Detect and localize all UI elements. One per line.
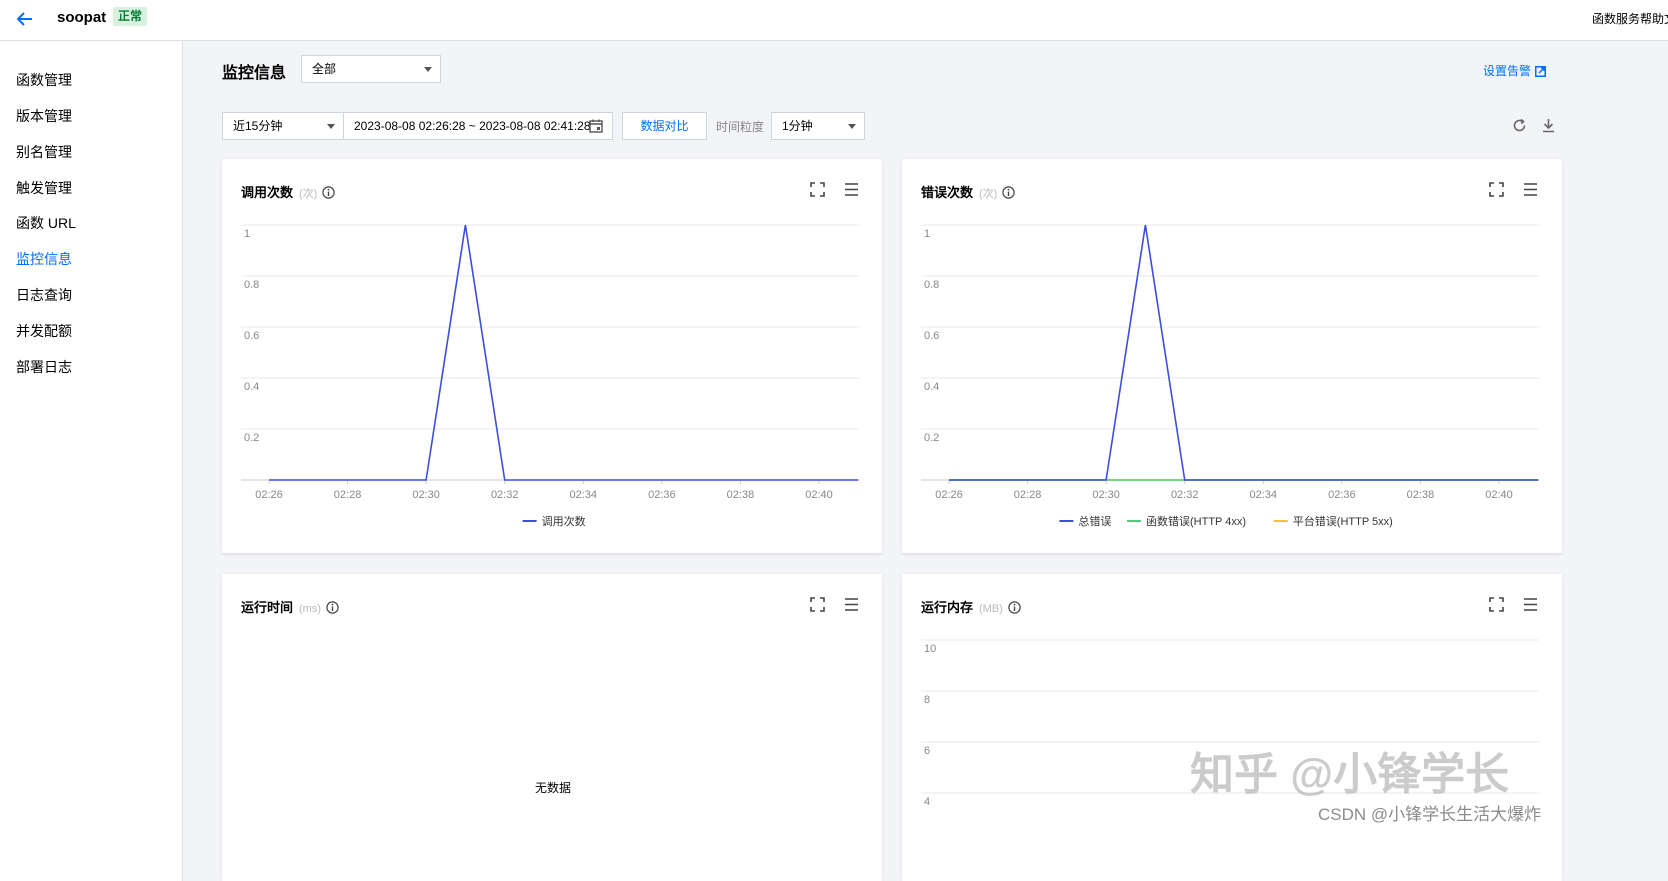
granularity-value: 1分钟 [782,119,813,133]
y-tick-label: 0.2 [244,432,259,444]
card-title-text: 运行时间 [241,600,294,615]
set-alarm-label: 设置告警 [1482,64,1531,78]
y-tick-label: 0.8 [924,279,939,291]
y-tick-label: 10 [924,643,936,655]
x-tick-label: 02:40 [1485,489,1513,501]
x-tick-label: 02:26 [255,489,283,501]
sidebar-item-version-management[interactable]: 版本管理 [16,106,72,126]
data-compare-button[interactable]: 数据对比 [622,112,707,140]
x-tick-label: 02:30 [1092,489,1120,501]
sidebar-item-deploy-log[interactable]: 部署日志 [16,357,72,377]
chart-errors: 1 0.8 0.6 0.4 0.2 02:26 02:28 02:30 02:32 02:34 02… [921,224,1539,528]
external-link-icon [1535,66,1546,77]
calendar-icon [589,119,603,133]
x-tick-label: 02:38 [727,489,755,501]
csdn-watermark: CSDN @小锋学长生活大爆炸 [1318,805,1542,824]
y-tick-label: 4 [924,796,930,808]
y-tick-label: 8 [924,694,930,706]
y-tick-label: 0.4 [244,381,259,393]
sidebar-item-function-url[interactable]: 函数 URL [16,213,76,233]
info-icon[interactable] [326,601,339,614]
legend-label: 调用次数 [542,514,586,528]
scope-select-value: 全部 [312,62,337,76]
fullscreen-icon[interactable] [810,597,825,612]
no-data-text: 无数据 [535,781,572,795]
y-tick-label: 1 [244,228,250,240]
sidebar-item-monitoring[interactable]: 监控信息 [16,249,72,269]
chevron-down-icon [327,124,335,129]
y-tick-label: 0.6 [244,330,259,342]
download-icon[interactable] [1541,118,1556,133]
sidebar-item-function-management[interactable]: 函数管理 [16,70,72,90]
x-tick-label: 02:36 [648,489,676,501]
time-range-value: 近15分钟 [233,119,283,133]
zhihu-watermark: 知乎 @小锋学长 [1190,750,1510,799]
card-unit: (ms) [299,603,322,615]
chevron-down-icon [848,124,856,129]
y-tick-label: 0.8 [244,279,259,291]
chart-card-memory: 运行内存 (MB) 10 8 6 4 [902,574,1562,881]
x-tick-label: 02:34 [570,489,598,501]
granularity-label: 时间粒度 [716,120,765,134]
chart-invocations: 1 0.8 0.6 0.4 0.2 02:26 02:28 02:30 02:32 02:34 02… [241,224,859,528]
function-name: soopat [57,9,107,26]
granularity-select[interactable]: 1分钟 [771,112,865,140]
set-alarm-link[interactable]: 设置告警 [1483,62,1546,79]
sidebar-item-trigger-management[interactable]: 触发管理 [16,178,72,198]
series-line-调用次数 [269,224,859,481]
x-tick-label: 02:28 [334,489,362,501]
x-tick-label: 02:28 [1014,489,1042,501]
chart-memory: 10 8 6 4 [921,639,1539,808]
legend-label: 平台错误(HTTP 5xx) [1293,514,1393,528]
sidebar-item-concurrency-quota[interactable]: 并发配额 [16,321,72,341]
y-tick-label: 0.6 [924,330,939,342]
chart-card-invocations: 调用次数 (次) 1 0.8 0.6 0.4 0.2 02:26 02:28 02:30 02:3… [222,159,882,553]
x-tick-label: 02:32 [491,489,519,501]
chart-card-errors: 错误次数 (次) 1 0.8 0.6 0.4 0.2 02:26 02:28 02:30 02:3… [902,159,1562,553]
scope-select[interactable]: 全部 [301,55,441,83]
date-range-value: 2023-08-08 02:26:28 ~ 2023-08-08 02:41:2… [354,119,591,133]
date-range-picker[interactable]: 2023-08-08 02:26:28 ~ 2023-08-08 02:41:2… [343,112,613,140]
help-doc-link[interactable]: 函数服务帮助文档 [1592,10,1668,27]
x-tick-label: 02:34 [1250,489,1278,501]
top-bar: soopat 正常 函数服务帮助文档 [0,0,1668,41]
x-tick-label: 02:26 [935,489,963,501]
sidebar-item-alias-management[interactable]: 别名管理 [16,142,72,162]
legend-label: 函数错误(HTTP 4xx) [1146,514,1246,528]
x-tick-label: 02:40 [805,489,833,501]
x-tick-label: 02:38 [1407,489,1435,501]
y-tick-label: 6 [924,745,930,757]
menu-icon[interactable] [844,597,859,612]
back-arrow-icon[interactable] [14,8,36,30]
chevron-down-icon [424,67,432,72]
y-tick-label: 0.4 [924,381,939,393]
status-badge: 正常 [113,7,148,26]
chart-card-duration: 运行时间 (ms) 无数据 [222,574,882,881]
refresh-icon[interactable] [1512,118,1527,133]
time-range-select[interactable]: 近15分钟 [222,112,344,140]
legend-label: 总错误 [1078,514,1111,528]
x-tick-label: 02:36 [1328,489,1356,501]
sidebar-item-log-query[interactable]: 日志查询 [16,285,72,305]
x-tick-label: 02:32 [1171,489,1199,501]
y-tick-label: 0.2 [924,432,939,444]
series-line-总错误 [949,224,1539,481]
x-tick-label: 02:30 [412,489,440,501]
sidebar: 函数管理 版本管理 别名管理 触发管理 函数 URL 监控信息 日志查询 并发配… [0,41,183,881]
y-tick-label: 1 [924,228,930,240]
card-title: 运行时间 (ms) [241,597,339,616]
page-title: 监控信息 [222,65,287,82]
